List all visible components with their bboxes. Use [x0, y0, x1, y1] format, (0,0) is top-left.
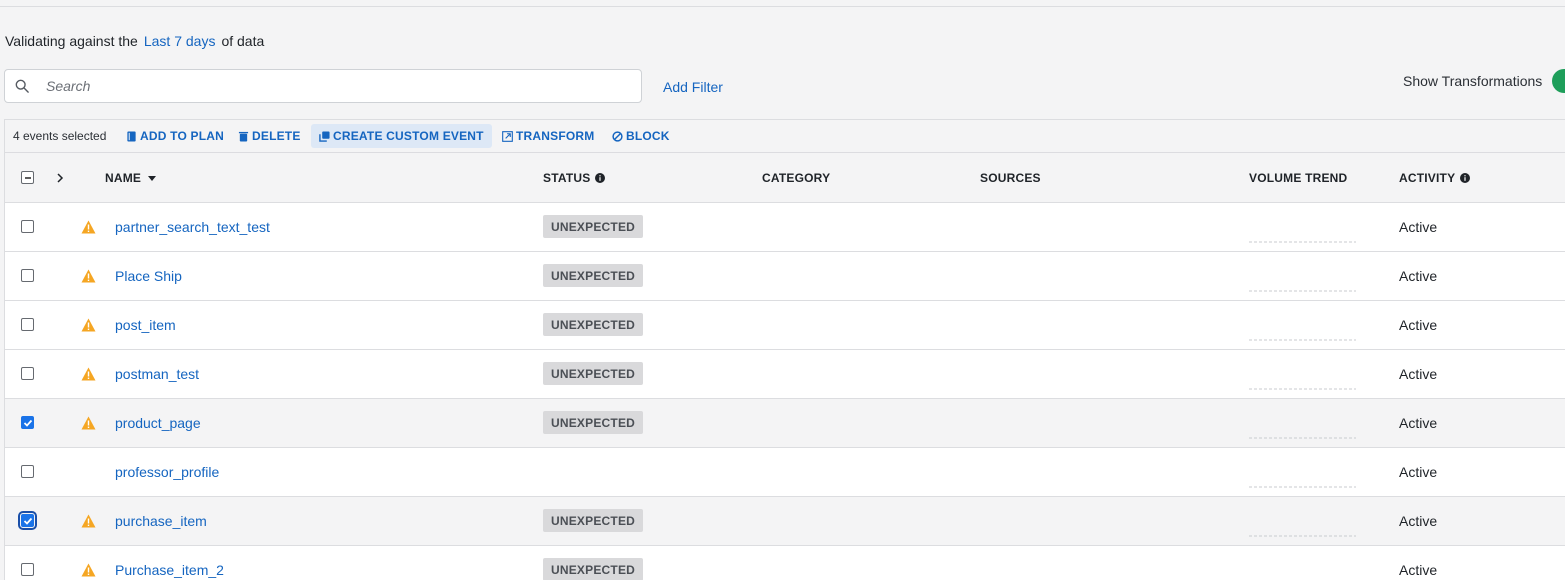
column-header-status[interactable]: STATUS	[543, 171, 606, 185]
event-name-link[interactable]: purchase_item	[115, 513, 207, 529]
add-to-plan-button[interactable]: ADD TO PLAN	[126, 124, 224, 148]
table-row[interactable]: partner_search_text_test UNEXPECTED Active	[5, 203, 1565, 252]
warning-icon	[81, 563, 96, 577]
column-header-category[interactable]: CATEGORY	[762, 171, 830, 185]
volume-trend-sparkline	[1249, 568, 1356, 580]
chevron-right-icon[interactable]	[56, 173, 64, 183]
event-name-link[interactable]: professor_profile	[115, 464, 219, 480]
activity-status: Active	[1399, 513, 1438, 529]
bulk-action-bar: 4 events selected ADD TO PLAN DELETE CRE…	[5, 120, 1565, 153]
validation-range-text: Validating against the Last 7 days of data	[5, 33, 265, 49]
table-row[interactable]: professor_profile Active	[5, 448, 1565, 497]
warning-icon	[81, 514, 96, 528]
event-name-link[interactable]: Purchase_item_2	[115, 562, 224, 578]
row-checkbox[interactable]	[21, 416, 34, 429]
copy-icon	[319, 130, 330, 142]
column-header-sources[interactable]: SOURCES	[980, 171, 1041, 185]
row-checkbox[interactable]	[18, 511, 37, 530]
plan-icon	[127, 130, 136, 142]
activity-status: Active	[1399, 562, 1438, 578]
top-divider	[0, 6, 1565, 7]
row-checkbox[interactable]	[21, 220, 34, 233]
warning-icon	[81, 220, 96, 234]
volume-trend-sparkline	[1249, 290, 1356, 292]
show-transformations-label: Show Transformations	[1403, 73, 1543, 89]
warning-icon	[81, 269, 96, 283]
row-checkbox[interactable]	[21, 269, 34, 282]
trash-icon	[238, 131, 249, 142]
search-input[interactable]	[46, 78, 606, 94]
event-name-link[interactable]: Place Ship	[115, 268, 182, 284]
warning-icon	[81, 367, 96, 381]
row-checkbox[interactable]	[21, 318, 34, 331]
event-name-link[interactable]: product_page	[115, 415, 201, 431]
caret-down-icon	[148, 175, 157, 181]
status-badge: UNEXPECTED	[543, 362, 644, 385]
volume-trend-sparkline	[1249, 486, 1356, 488]
status-badge: UNEXPECTED	[543, 264, 644, 287]
activity-status: Active	[1399, 464, 1438, 480]
status-badge: UNEXPECTED	[543, 215, 644, 238]
select-all-checkbox[interactable]	[21, 171, 34, 184]
row-checkbox[interactable]	[21, 563, 34, 576]
status-badge: UNEXPECTED	[543, 313, 644, 336]
activity-status: Active	[1399, 317, 1438, 333]
selected-count: 4 events selected	[13, 129, 107, 143]
activity-status: Active	[1399, 219, 1438, 235]
minus-icon	[24, 176, 31, 179]
volume-trend-sparkline	[1249, 535, 1356, 537]
table-body: partner_search_text_test UNEXPECTED Active…	[5, 203, 1565, 580]
transform-button[interactable]: TRANSFORM	[502, 124, 594, 148]
column-header-name[interactable]: NAME	[105, 171, 157, 185]
status-badge: UNEXPECTED	[543, 558, 644, 580]
activity-status: Active	[1399, 366, 1438, 382]
external-link-icon	[502, 130, 513, 142]
volume-trend-sparkline	[1249, 241, 1356, 243]
column-header-volume-trend[interactable]: VOLUME TREND	[1249, 171, 1347, 185]
volume-trend-sparkline	[1249, 339, 1356, 341]
table-header: NAME STATUS CATEGORY SOURCES VOLUME TREN…	[5, 153, 1565, 203]
block-icon	[612, 130, 623, 142]
table-row[interactable]: purchase_item UNEXPECTED Active	[5, 497, 1565, 546]
activity-status: Active	[1399, 415, 1438, 431]
show-transformations-toggle[interactable]	[1552, 69, 1565, 93]
event-name-link[interactable]: postman_test	[115, 366, 199, 382]
add-filter-button[interactable]: Add Filter	[663, 79, 723, 95]
table-row[interactable]: postman_test UNEXPECTED Active	[5, 350, 1565, 399]
row-checkbox[interactable]	[21, 465, 34, 478]
status-badge: UNEXPECTED	[543, 509, 644, 532]
warning-icon	[81, 318, 96, 332]
event-name-link[interactable]: post_item	[115, 317, 176, 333]
column-header-activity[interactable]: ACTIVITY	[1399, 171, 1471, 185]
check-icon	[23, 419, 32, 427]
events-table: 4 events selected ADD TO PLAN DELETE CRE…	[4, 119, 1565, 580]
table-row[interactable]: product_page UNEXPECTED Active	[5, 399, 1565, 448]
check-icon	[23, 517, 32, 525]
status-badge: UNEXPECTED	[543, 411, 644, 434]
search-box[interactable]	[4, 69, 642, 103]
search-icon	[15, 79, 29, 93]
volume-trend-sparkline	[1249, 437, 1356, 439]
event-name-link[interactable]: partner_search_text_test	[115, 219, 270, 235]
row-checkbox[interactable]	[21, 367, 34, 380]
activity-status: Active	[1399, 268, 1438, 284]
volume-trend-sparkline	[1249, 388, 1356, 390]
block-button[interactable]: BLOCK	[612, 124, 670, 148]
info-icon[interactable]	[1460, 173, 1471, 183]
validation-range-link[interactable]: Last 7 days	[144, 33, 216, 49]
info-icon[interactable]	[595, 173, 606, 183]
table-row[interactable]: Place Ship UNEXPECTED Active	[5, 252, 1565, 301]
delete-button[interactable]: DELETE	[238, 124, 301, 148]
table-row[interactable]: Purchase_item_2 UNEXPECTED Active	[5, 546, 1565, 580]
create-custom-event-button[interactable]: CREATE CUSTOM EVENT	[311, 124, 492, 148]
warning-icon	[81, 416, 96, 430]
table-row[interactable]: post_item UNEXPECTED Active	[5, 301, 1565, 350]
